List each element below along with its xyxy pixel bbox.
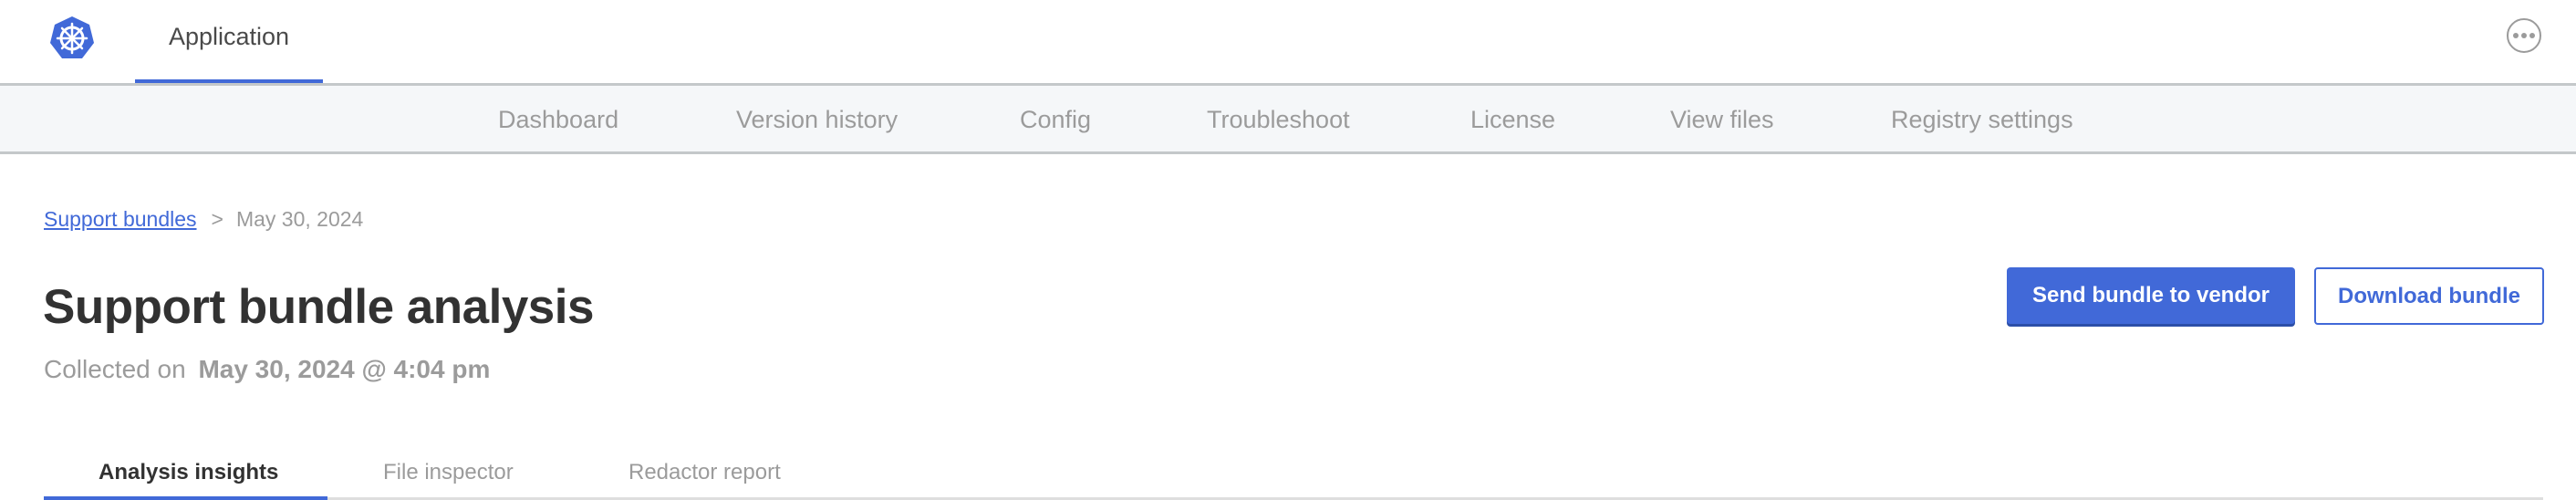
download-bundle-button[interactable]: Download bundle: [2314, 267, 2544, 325]
tab-redactor-report[interactable]: Redactor report: [628, 460, 781, 485]
breadcrumb: Support bundles > May 30, 2024: [44, 207, 363, 232]
subnav-troubleshoot[interactable]: Troubleshoot: [1207, 106, 1350, 134]
collected-date: May 30, 2024 @ 4:04 pm: [198, 355, 491, 383]
app-tab-label: Application: [168, 23, 290, 50]
bundle-tabs: Analysis insights File inspector Redacto…: [44, 454, 2543, 500]
subnav-version-history[interactable]: Version history: [736, 106, 898, 134]
subnav-dashboard[interactable]: Dashboard: [498, 106, 618, 134]
ellipsis-dot: [2529, 33, 2535, 38]
ellipsis-dot: [2521, 33, 2527, 38]
subnav-config[interactable]: Config: [1020, 106, 1091, 134]
ellipsis-icon: [2513, 33, 2519, 38]
active-tab-indicator: [44, 496, 327, 500]
more-options-button[interactable]: [2507, 18, 2541, 53]
active-tab-indicator: [135, 79, 323, 83]
tab-application[interactable]: Application: [135, 0, 323, 83]
subnav-registry-settings[interactable]: Registry settings: [1891, 106, 2073, 134]
breadcrumb-support-bundles-link[interactable]: Support bundles: [44, 207, 197, 231]
send-bundle-to-vendor-button[interactable]: Send bundle to vendor: [2007, 267, 2295, 324]
tab-analysis-insights[interactable]: Analysis insights: [99, 460, 278, 485]
sub-navigation: Dashboard Version history Config Trouble…: [0, 86, 2576, 154]
breadcrumb-separator: >: [211, 207, 223, 231]
collected-info: Collected on May 30, 2024 @ 4:04 pm: [44, 355, 490, 384]
tab-file-inspector[interactable]: File inspector: [383, 460, 514, 485]
top-header: Application: [0, 0, 2576, 86]
kubernetes-logo-icon[interactable]: [47, 15, 97, 64]
subnav-view-files[interactable]: View files: [1670, 106, 1774, 134]
collected-prefix: Collected on: [44, 355, 186, 383]
subnav-license[interactable]: License: [1470, 106, 1555, 134]
page-title: Support bundle analysis: [43, 280, 594, 334]
breadcrumb-current: May 30, 2024: [235, 207, 364, 231]
